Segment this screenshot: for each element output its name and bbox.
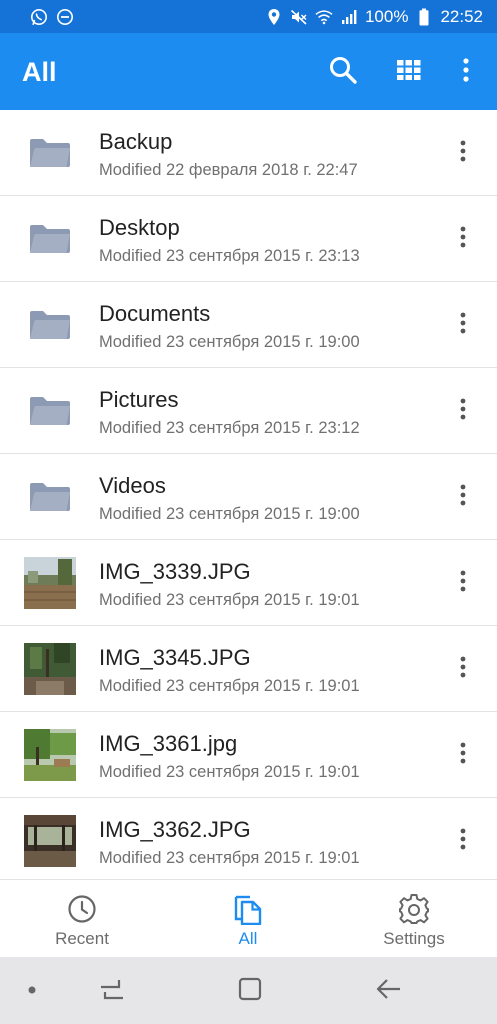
system-navigation-bar	[0, 957, 497, 1024]
whatsapp-icon	[30, 8, 48, 26]
file-name: Documents	[99, 301, 211, 326]
item-more-button[interactable]	[443, 477, 483, 517]
dot-icon	[27, 982, 37, 1000]
recent-apps-icon	[97, 976, 127, 1007]
wifi-icon	[315, 8, 333, 26]
clock: 22:52	[440, 7, 483, 26]
item-more-button[interactable]	[443, 735, 483, 775]
file-modified: Modified 23 сентября 2015 г. 19:01	[99, 591, 360, 609]
files-icon	[232, 893, 264, 925]
file-name: IMG_3362.JPG	[99, 817, 251, 842]
list-item-desktop[interactable]: Desktop Modified 23 сентября 2015 г. 23:…	[0, 196, 497, 282]
nav-dot-button[interactable]	[14, 973, 50, 1009]
mute-icon	[290, 8, 308, 26]
more-vert-icon	[460, 140, 466, 167]
battery-icon	[415, 8, 433, 26]
more-vert-icon	[460, 226, 466, 253]
location-icon	[265, 8, 283, 26]
item-more-button[interactable]	[443, 563, 483, 603]
recent-apps-button[interactable]	[94, 973, 130, 1009]
file-name: Pictures	[99, 387, 179, 412]
image-thumbnail	[24, 729, 76, 781]
file-list: Backup Modified 22 февраля 2018 г. 22:47…	[0, 110, 497, 879]
do-not-disturb-icon	[56, 8, 74, 26]
nav-recent-label: Recent	[55, 929, 109, 948]
file-modified: Modified 23 сентября 2015 г. 23:12	[99, 419, 360, 437]
file-name: IMG_3345.JPG	[99, 645, 251, 670]
nav-recent[interactable]: Recent	[17, 880, 147, 958]
item-more-button[interactable]	[443, 305, 483, 345]
file-modified: Modified 23 сентября 2015 г. 23:13	[99, 247, 360, 265]
home-button[interactable]	[232, 973, 268, 1009]
folder-icon	[24, 213, 76, 265]
list-item-img-3345[interactable]: IMG_3345.JPG Modified 23 сентября 2015 г…	[0, 626, 497, 712]
search-button[interactable]	[324, 53, 362, 91]
more-vert-icon	[460, 484, 466, 511]
item-more-button[interactable]	[443, 219, 483, 259]
file-modified: Modified 23 сентября 2015 г. 19:00	[99, 505, 360, 523]
back-arrow-icon	[375, 976, 403, 1007]
folder-icon	[24, 385, 76, 437]
list-item-img-3339[interactable]: IMG_3339.JPG Modified 23 сентября 2015 г…	[0, 540, 497, 626]
folder-icon	[24, 471, 76, 523]
file-name: IMG_3339.JPG	[99, 559, 251, 584]
folder-icon	[24, 299, 76, 351]
more-vert-icon	[460, 828, 466, 855]
file-name: IMG_3361.jpg	[99, 731, 238, 756]
nav-all[interactable]: All	[183, 880, 313, 958]
file-name: Videos	[99, 473, 166, 498]
list-item-img-3361[interactable]: IMG_3361.jpg Modified 23 сентября 2015 г…	[0, 712, 497, 798]
grid-view-button[interactable]	[390, 53, 428, 91]
page-title: All	[22, 57, 57, 87]
file-modified: Modified 23 сентября 2015 г. 19:01	[99, 677, 360, 695]
status-bar: 100% 22:52	[0, 0, 497, 33]
more-vert-icon	[460, 398, 466, 425]
list-item-pictures[interactable]: Pictures Modified 23 сентября 2015 г. 23…	[0, 368, 497, 454]
status-right: 100% 22:52	[265, 0, 483, 33]
list-item-videos[interactable]: Videos Modified 23 сентября 2015 г. 19:0…	[0, 454, 497, 540]
grid-view-icon	[397, 59, 421, 85]
image-thumbnail	[24, 557, 76, 609]
screen: 100% 22:52 All Backup Modified 22 феврал…	[0, 0, 497, 1024]
file-modified: Modified 22 февраля 2018 г. 22:47	[99, 161, 358, 179]
image-thumbnail	[24, 815, 76, 867]
file-name: Desktop	[99, 215, 180, 240]
nav-settings-label: Settings	[383, 929, 445, 948]
more-vert-icon	[460, 656, 466, 683]
more-vert-icon	[462, 57, 470, 87]
gear-icon	[398, 893, 430, 925]
battery-level: 100%	[364, 7, 409, 26]
file-modified: Modified 23 сентября 2015 г. 19:01	[99, 849, 360, 867]
list-item-img-3362[interactable]: IMG_3362.JPG Modified 23 сентября 2015 г…	[0, 798, 497, 879]
folder-icon	[24, 127, 76, 179]
signal-icon	[340, 8, 358, 26]
file-modified: Modified 23 сентября 2015 г. 19:01	[99, 763, 360, 781]
search-icon	[328, 55, 358, 90]
back-button[interactable]	[371, 973, 407, 1009]
file-modified: Modified 23 сентября 2015 г. 19:00	[99, 333, 360, 351]
home-square-icon	[237, 976, 263, 1007]
nav-all-label: All	[238, 929, 258, 948]
more-vert-icon	[460, 742, 466, 769]
more-vert-icon	[460, 570, 466, 597]
item-more-button[interactable]	[443, 649, 483, 689]
clock-icon	[66, 893, 98, 925]
app-bar: All	[0, 33, 497, 110]
list-item-backup[interactable]: Backup Modified 22 февраля 2018 г. 22:47	[0, 110, 497, 196]
item-more-button[interactable]	[443, 133, 483, 173]
item-more-button[interactable]	[443, 391, 483, 431]
nav-settings[interactable]: Settings	[349, 880, 479, 958]
item-more-button[interactable]	[443, 821, 483, 861]
more-vert-icon	[460, 312, 466, 339]
image-thumbnail	[24, 643, 76, 695]
file-name: Backup	[99, 129, 173, 154]
list-item-documents[interactable]: Documents Modified 23 сентября 2015 г. 1…	[0, 282, 497, 368]
bottom-navigation: Recent All Settings	[0, 879, 497, 957]
more-options-button[interactable]	[447, 53, 485, 91]
status-left	[30, 8, 74, 26]
